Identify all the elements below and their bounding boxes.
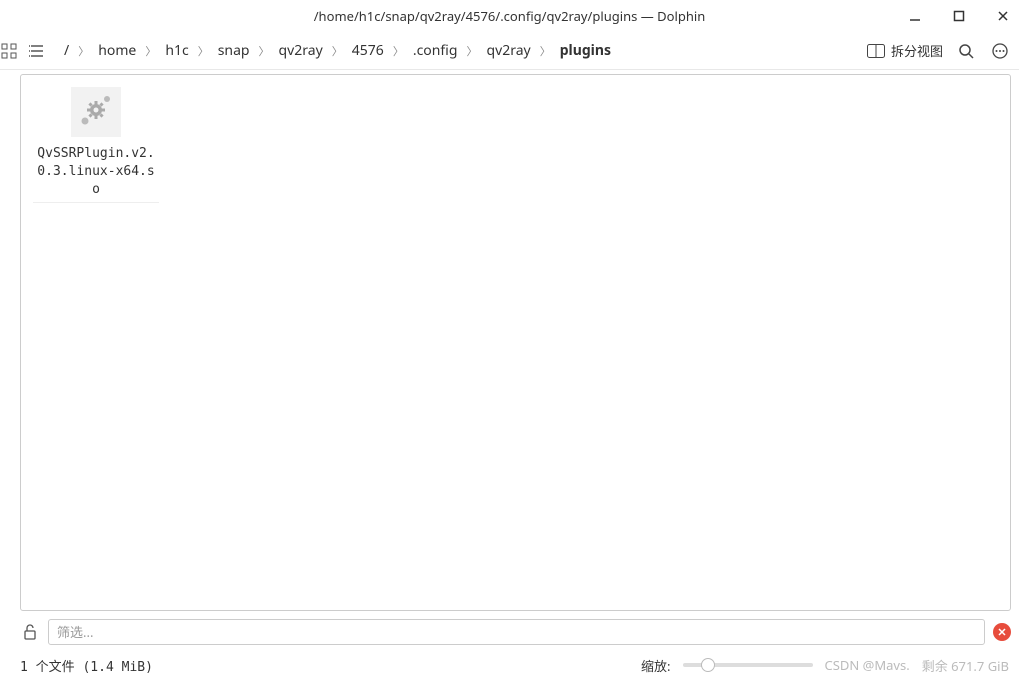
zoom-slider-thumb[interactable] xyxy=(701,658,715,672)
toolbar-right: 拆分视图 xyxy=(867,40,1011,62)
crumb-current[interactable]: plugins xyxy=(556,39,615,62)
window-controls xyxy=(905,0,1013,32)
crumb-home[interactable]: home xyxy=(94,39,140,62)
chevron-right-icon: 〉 xyxy=(75,43,92,59)
menu-icon[interactable] xyxy=(989,40,1011,62)
file-label: QvSSRPlugin.v2.0.3.linux-x64.so xyxy=(33,143,159,203)
breadcrumb: / 〉 home 〉 h1c 〉 snap 〉 qv2ray 〉 4576 〉 … xyxy=(60,39,861,62)
icon-view-icon[interactable] xyxy=(0,40,20,62)
chevron-right-icon: 〉 xyxy=(463,43,480,59)
close-button[interactable] xyxy=(993,6,1013,26)
chevron-right-icon: 〉 xyxy=(195,43,212,59)
crumb-qv2ray2[interactable]: qv2ray xyxy=(482,39,534,62)
watermark: CSDN @Mavs. xyxy=(825,656,910,674)
gear-icon xyxy=(71,87,121,137)
close-filter-icon[interactable] xyxy=(993,623,1011,641)
maximize-button[interactable] xyxy=(949,6,969,26)
chevron-right-icon: 〉 xyxy=(537,43,554,59)
crumb-config[interactable]: .config xyxy=(409,39,462,62)
chevron-right-icon: 〉 xyxy=(329,43,346,59)
split-view-button[interactable]: 拆分视图 xyxy=(867,41,943,60)
crumb-root[interactable]: / xyxy=(60,39,73,62)
split-view-icon xyxy=(867,44,885,58)
search-icon[interactable] xyxy=(955,40,977,62)
filter-bar xyxy=(0,615,1019,649)
titlebar: /home/h1c/snap/qv2ray/4576/.config/qv2ra… xyxy=(0,0,1019,32)
zoom-slider[interactable] xyxy=(683,663,813,667)
list-view-icon[interactable] xyxy=(26,40,48,62)
status-file-count: 1 个文件 (1.4 MiB) xyxy=(20,656,629,675)
minimize-button[interactable] xyxy=(905,6,925,26)
unlock-icon[interactable] xyxy=(20,622,40,642)
crumb-qv2ray[interactable]: qv2ray xyxy=(275,39,327,62)
zoom-label: 缩放: xyxy=(641,656,670,675)
filter-input[interactable] xyxy=(48,619,985,645)
chevron-right-icon: 〉 xyxy=(142,43,159,59)
file-view[interactable]: QvSSRPlugin.v2.0.3.linux-x64.so xyxy=(20,74,1011,611)
crumb-snap[interactable]: snap xyxy=(214,39,254,62)
chevron-right-icon: 〉 xyxy=(256,43,273,59)
chevron-right-icon: 〉 xyxy=(390,43,407,59)
file-item[interactable]: QvSSRPlugin.v2.0.3.linux-x64.so xyxy=(33,87,159,203)
crumb-4576[interactable]: 4576 xyxy=(348,39,388,62)
toolbar: / 〉 home 〉 h1c 〉 snap 〉 qv2ray 〉 4576 〉 … xyxy=(0,32,1019,70)
window-title: /home/h1c/snap/qv2ray/4576/.config/qv2ra… xyxy=(314,7,706,25)
split-view-label: 拆分视图 xyxy=(891,41,943,60)
crumb-h1c[interactable]: h1c xyxy=(161,39,192,62)
statusbar: 1 个文件 (1.4 MiB) 缩放: CSDN @Mavs. 剩余 671.7… xyxy=(0,649,1019,681)
status-disk-remaining: 剩余 671.7 GiB xyxy=(922,656,1009,675)
